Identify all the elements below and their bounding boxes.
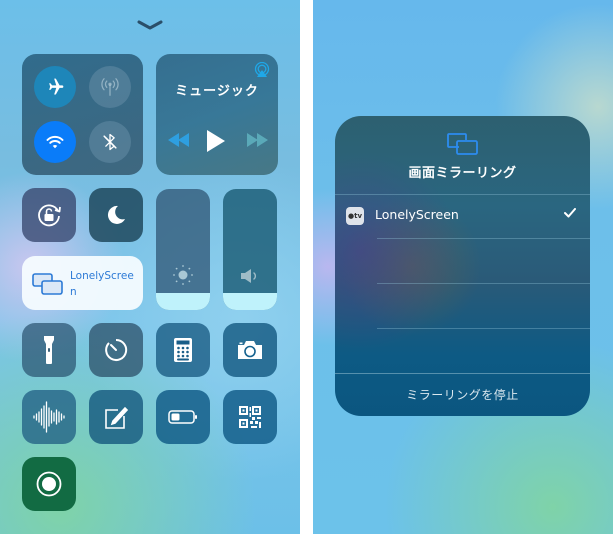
note-pencil-icon <box>105 406 129 429</box>
brightness-level-fill <box>156 293 210 310</box>
qr-scanner-button[interactable] <box>223 390 277 444</box>
rotation-lock-button[interactable] <box>22 188 76 242</box>
screen-mirroring-icon <box>32 273 63 295</box>
calculator-button[interactable] <box>156 323 210 377</box>
wifi-toggle[interactable] <box>34 121 76 163</box>
play-icon[interactable] <box>206 130 226 152</box>
row-divider <box>377 328 590 329</box>
music-title: ミュージック <box>175 84 259 99</box>
record-icon <box>36 471 62 497</box>
connectivity-module <box>22 54 143 175</box>
screen-mirroring-screen: 画面ミラーリング ●tv LonelyScreen ミラーリングを停止 <box>313 0 613 534</box>
calculator-icon <box>174 338 192 362</box>
airplane-icon <box>49 78 64 95</box>
media-transport-controls <box>156 130 278 152</box>
flashlight-button[interactable] <box>22 323 76 377</box>
low-power-mode-button[interactable] <box>156 390 210 444</box>
bluetooth-off-icon <box>103 133 117 151</box>
fast-forward-icon[interactable] <box>247 133 269 147</box>
do-not-disturb-button[interactable] <box>89 188 143 242</box>
brightness-slider[interactable] <box>156 189 210 310</box>
sun-icon <box>173 265 193 285</box>
screen-mirroring-icon <box>447 133 478 155</box>
checkmark-icon <box>564 208 576 218</box>
device-row-lonelyscreen[interactable]: ●tv LonelyScreen <box>335 194 590 238</box>
moon-icon <box>107 205 125 224</box>
waveform-icon <box>33 401 65 433</box>
volume-level-fill <box>223 293 277 310</box>
device-name: LonelyScreen <box>375 207 459 222</box>
timer-button[interactable] <box>89 323 143 377</box>
camera-button[interactable] <box>223 323 277 377</box>
battery-icon <box>168 410 197 424</box>
airplane-mode-toggle[interactable] <box>34 66 76 108</box>
screen-mirroring-panel: 画面ミラーリング ●tv LonelyScreen ミラーリングを停止 <box>335 116 590 416</box>
rewind-icon[interactable] <box>168 133 190 147</box>
row-divider <box>377 238 590 239</box>
volume-slider[interactable] <box>223 189 277 310</box>
screen-recording-button[interactable] <box>22 457 76 511</box>
rotation-lock-icon <box>38 204 61 227</box>
notes-button[interactable] <box>89 390 143 444</box>
airplay-icon[interactable] <box>254 62 270 78</box>
cellular-antenna-icon <box>101 78 119 96</box>
cellular-data-toggle[interactable] <box>89 66 131 108</box>
screen-mirroring-button[interactable]: LonelyScreen <box>22 256 143 310</box>
bluetooth-toggle[interactable] <box>89 121 131 163</box>
control-center-screen: ミュージック LonelyScreen <box>0 0 300 534</box>
panel-title: 画面ミラーリング <box>408 166 517 181</box>
timer-icon <box>105 338 128 361</box>
row-divider <box>377 283 590 284</box>
wifi-icon <box>46 135 64 149</box>
screen-mirroring-label: LonelyScreen <box>70 270 134 298</box>
camera-icon <box>238 341 262 359</box>
qr-code-icon <box>239 406 261 428</box>
voice-memos-button[interactable] <box>22 390 76 444</box>
speaker-icon <box>241 269 256 283</box>
stop-mirroring-button[interactable]: ミラーリングを停止 <box>335 374 590 416</box>
music-module[interactable]: ミュージック <box>156 54 278 175</box>
dismiss-chevron-icon[interactable] <box>137 20 163 30</box>
flashlight-icon <box>44 336 54 364</box>
apple-tv-icon: ●tv <box>346 207 364 225</box>
